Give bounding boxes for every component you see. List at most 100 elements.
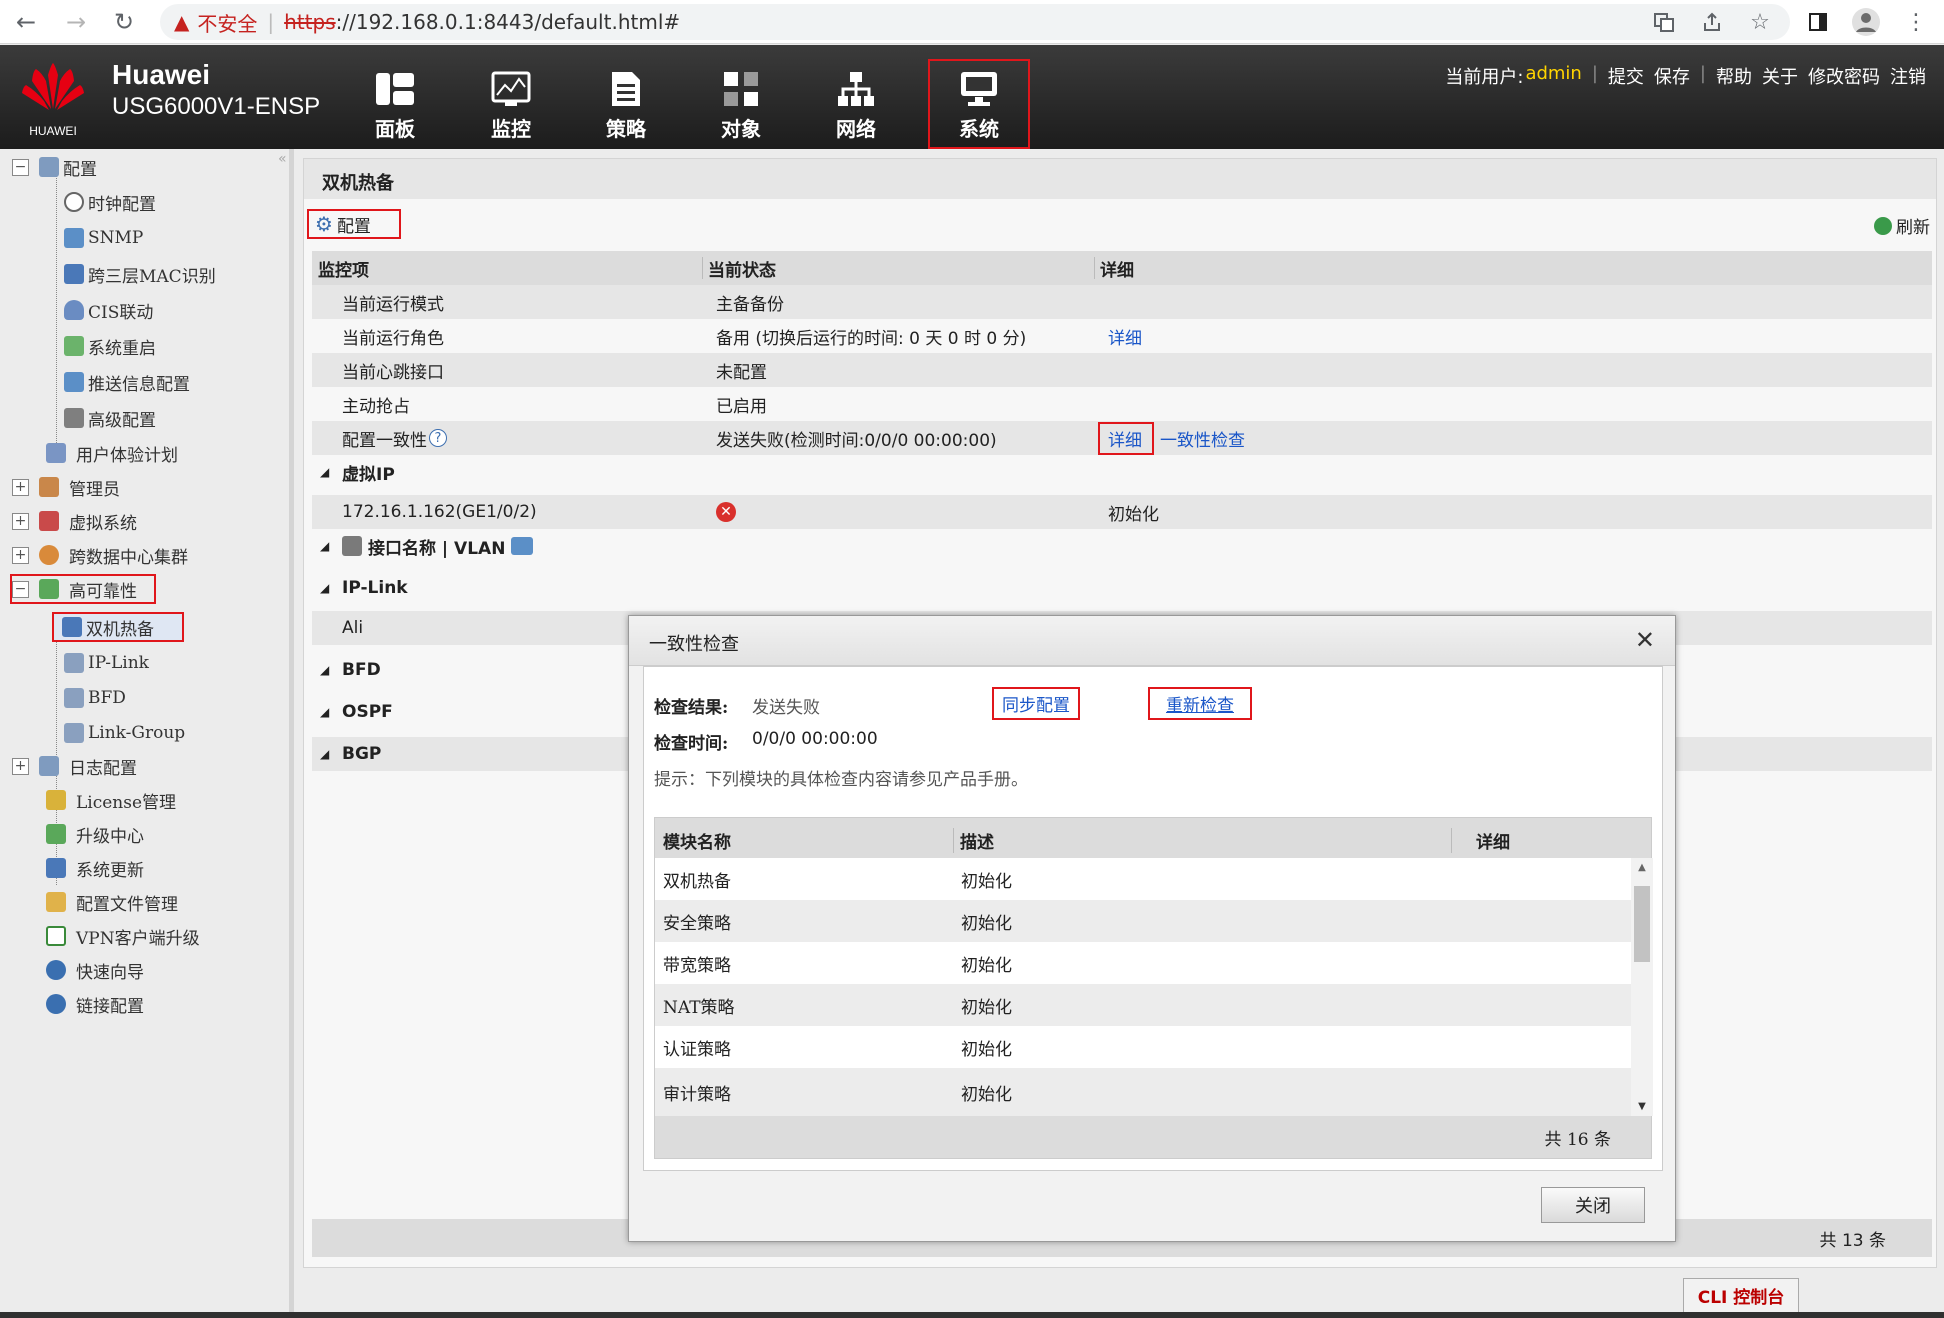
sidebar-item-link-config[interactable]: 链接配置 bbox=[46, 991, 144, 1017]
scrollbar-thumb[interactable] bbox=[1634, 886, 1650, 962]
kebab-menu-icon[interactable]: ⋮ bbox=[1898, 4, 1934, 40]
nav-dashboard[interactable]: 面板 bbox=[340, 45, 450, 149]
sidebar-item-push-info[interactable]: 推送信息配置 bbox=[64, 369, 190, 395]
sidebar-item-hot-standby[interactable]: 双机热备 bbox=[52, 612, 184, 642]
expand-icon[interactable]: + bbox=[12, 512, 29, 530]
expand-icon[interactable]: + bbox=[12, 478, 29, 496]
module-desc: 初始化 bbox=[961, 955, 1012, 976]
sidebar-item-admin[interactable]: + 管理员 bbox=[12, 474, 120, 500]
nav-objects[interactable]: 对象 bbox=[686, 45, 796, 149]
collapse-triangle-icon[interactable]: ◢ bbox=[320, 465, 329, 479]
high-availability-icon bbox=[39, 579, 59, 599]
list-item[interactable]: 审计策略 初始化 bbox=[655, 1068, 1631, 1116]
refresh-button[interactable]: 刷新 bbox=[1874, 213, 1930, 238]
nav-monitor[interactable]: 监控 bbox=[456, 45, 566, 149]
consistency-detail-link[interactable]: 详细 bbox=[1098, 421, 1154, 455]
translate-icon[interactable] bbox=[1646, 4, 1682, 40]
url-scheme: https bbox=[284, 10, 336, 34]
sidebar-item-label: Link-Group bbox=[88, 723, 186, 743]
sidebar-item-link-group[interactable]: Link-Group bbox=[64, 720, 185, 746]
collapse-triangle-icon[interactable]: ◢ bbox=[320, 663, 329, 677]
list-item[interactable]: 带宽策略 初始化 bbox=[655, 942, 1631, 984]
address-bar[interactable]: ▲ 不安全 | https ://192.168.0.1:8443/defaul… bbox=[160, 4, 1790, 40]
scroll-up-icon[interactable]: ▲ bbox=[1631, 862, 1653, 873]
sidebar-item-license[interactable]: License管理 bbox=[46, 787, 176, 813]
sidebar-item-log[interactable]: + 日志配置 bbox=[12, 753, 137, 779]
scroll-down-icon[interactable]: ▼ bbox=[1631, 1101, 1653, 1112]
group-virtual-ip[interactable]: ◢ 虚拟IP bbox=[312, 455, 1932, 489]
role-detail-link[interactable]: 详细 bbox=[1108, 324, 1142, 349]
logout-link[interactable]: 注销 bbox=[1890, 63, 1926, 89]
collapse-triangle-icon[interactable]: ◢ bbox=[320, 539, 329, 553]
list-item[interactable]: 双机热备 初始化 bbox=[655, 858, 1631, 900]
collapse-sidebar-icon[interactable]: « bbox=[278, 151, 287, 167]
list-item[interactable]: 认证策略 初始化 bbox=[655, 1026, 1631, 1068]
sidebar-item-vsys[interactable]: + 虚拟系统 bbox=[12, 508, 137, 534]
star-icon[interactable]: ☆ bbox=[1742, 4, 1778, 40]
group-interface-vlan[interactable]: ◢ 接口名称 | VLAN bbox=[312, 529, 1932, 563]
commit-link[interactable]: 提交 bbox=[1608, 63, 1644, 89]
nav-policy-label: 策略 bbox=[606, 117, 646, 141]
collapse-icon[interactable]: − bbox=[12, 158, 29, 176]
about-link[interactable]: 关于 bbox=[1762, 63, 1798, 89]
sync-config-button[interactable]: 同步配置 bbox=[992, 687, 1080, 720]
side-panel-icon[interactable] bbox=[1800, 4, 1836, 40]
sidebar-item-cis[interactable]: CIS联动 bbox=[64, 297, 153, 323]
sidebar-item-high-availability[interactable]: − 高可靠性 bbox=[10, 574, 156, 604]
column-header: 描述 bbox=[953, 828, 994, 853]
row-item: 配置一致性 bbox=[342, 430, 427, 451]
expand-icon[interactable]: + bbox=[12, 546, 29, 564]
collapse-icon[interactable]: − bbox=[12, 580, 29, 598]
cli-console-button[interactable]: CLI 控制台 bbox=[1683, 1278, 1799, 1312]
sidebar-item-upgrade-center[interactable]: 升级中心 bbox=[46, 821, 144, 847]
column-header: 详细 bbox=[1451, 828, 1510, 853]
nav-policy[interactable]: 策略 bbox=[571, 45, 681, 149]
profile-avatar-icon[interactable] bbox=[1848, 4, 1884, 40]
nav-system[interactable]: 系统 bbox=[928, 59, 1030, 149]
collapse-triangle-icon[interactable]: ◢ bbox=[320, 581, 329, 595]
row-status: 已启用 bbox=[716, 396, 767, 417]
sidebar-item-config-files[interactable]: 配置文件管理 bbox=[46, 889, 178, 915]
collapse-triangle-icon[interactable]: ◢ bbox=[320, 747, 329, 761]
app-header: HUAWEI Huawei USG6000V1-ENSP 面板 监控 策略 对象… bbox=[0, 45, 1944, 149]
close-button[interactable]: 关闭 bbox=[1541, 1187, 1645, 1223]
change-password-link[interactable]: 修改密码 bbox=[1808, 63, 1880, 89]
back-arrow-icon[interactable]: ← bbox=[8, 4, 44, 40]
recheck-button[interactable]: 重新检查 bbox=[1148, 687, 1252, 720]
sidebar-item-snmp[interactable]: SNMP bbox=[64, 225, 143, 251]
expand-icon[interactable]: + bbox=[12, 757, 29, 775]
virtual-system-icon bbox=[39, 511, 59, 531]
sidebar-item-vpn-client[interactable]: VPN客户端升级 bbox=[46, 923, 200, 949]
time-value: 0/0/0 00:00:00 bbox=[752, 729, 878, 749]
sidebar-item-clock[interactable]: 时钟配置 bbox=[64, 189, 156, 215]
sidebar-item-cross-dc[interactable]: + 跨数据中心集群 bbox=[12, 542, 188, 568]
sidebar-item-reboot[interactable]: 系统重启 bbox=[64, 333, 156, 359]
sidebar-item-label: 日志配置 bbox=[69, 758, 137, 779]
close-icon[interactable]: ✕ bbox=[1635, 626, 1655, 654]
sidebar-item-config[interactable]: − 配置 bbox=[12, 154, 97, 180]
folder-icon bbox=[46, 892, 66, 912]
forward-arrow-icon[interactable]: → bbox=[58, 4, 94, 40]
help-question-icon[interactable]: ? bbox=[429, 429, 447, 447]
list-item[interactable]: NAT策略 初始化 bbox=[655, 984, 1631, 1026]
sidebar-item-quick-wizard[interactable]: 快速向导 bbox=[46, 957, 144, 983]
sidebar-item-mac-identify[interactable]: 跨三层MAC识别 bbox=[64, 261, 216, 287]
sidebar-item-ip-link[interactable]: IP-Link bbox=[64, 650, 149, 676]
reload-icon[interactable]: ↻ bbox=[106, 4, 142, 40]
group-ip-link[interactable]: ◢ IP-Link bbox=[312, 571, 1932, 605]
cis-shield-icon bbox=[64, 300, 84, 320]
list-item[interactable]: 安全策略 初始化 bbox=[655, 900, 1631, 942]
group-label: IP-Link bbox=[342, 578, 408, 598]
share-icon[interactable] bbox=[1694, 4, 1730, 40]
nav-network[interactable]: 网络 bbox=[801, 45, 911, 149]
sidebar-item-advanced[interactable]: 高级配置 bbox=[64, 405, 156, 431]
sidebar-item-system-update[interactable]: 系统更新 bbox=[46, 855, 144, 881]
collapse-triangle-icon[interactable]: ◢ bbox=[320, 705, 329, 719]
sidebar-item-ux-plan[interactable]: 用户体验计划 bbox=[46, 440, 178, 466]
save-link[interactable]: 保存 bbox=[1654, 63, 1690, 89]
config-button[interactable]: ⚙ 配置 bbox=[307, 209, 401, 239]
row-item: 主动抢占 bbox=[342, 396, 410, 417]
consistency-check-link[interactable]: 一致性检查 bbox=[1160, 426, 1245, 451]
sidebar-item-bfd[interactable]: BFD bbox=[64, 685, 126, 711]
help-link[interactable]: 帮助 bbox=[1716, 63, 1752, 89]
